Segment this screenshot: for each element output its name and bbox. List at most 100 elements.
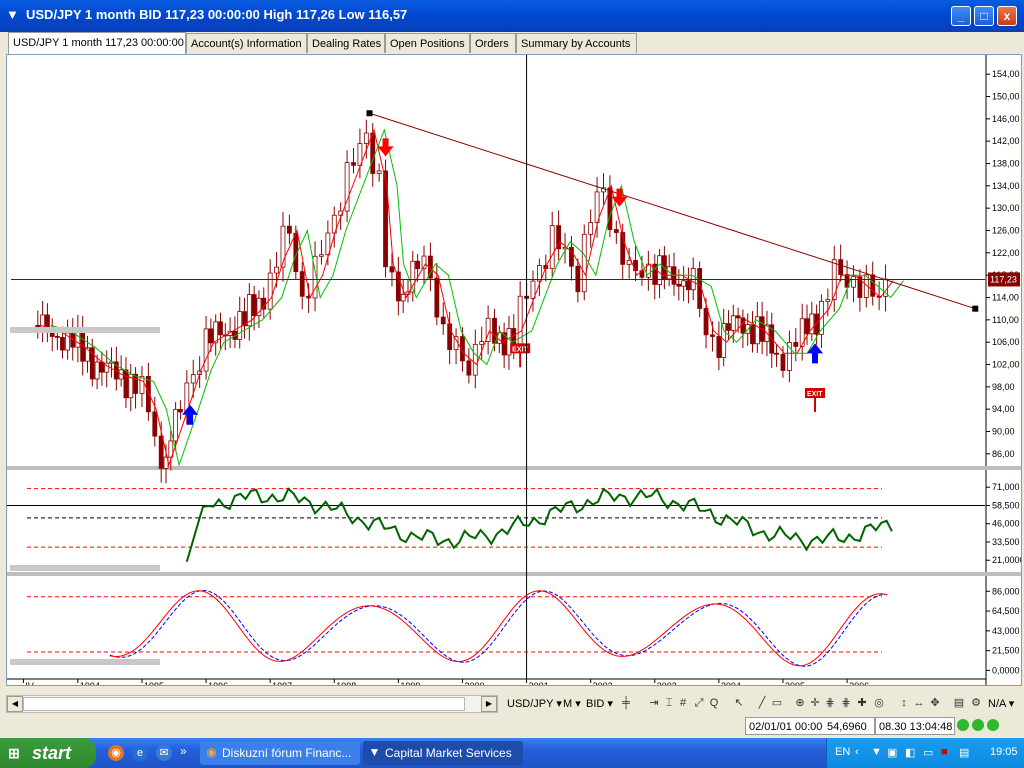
candle-body (838, 259, 844, 275)
scroll-end-icon[interactable]: ⇥ (648, 697, 660, 709)
price-tick-label: 150,00 (992, 92, 1020, 102)
ie-icon[interactable]: e (132, 745, 148, 761)
period-select[interactable]: M ▾ (563, 697, 581, 710)
print-icon[interactable]: ▤ (953, 697, 965, 709)
grid-icon[interactable]: # (677, 697, 689, 709)
value-label: N/A (988, 698, 1006, 710)
system-tray: EN ‹ ▼ ▣ ◧ ▭ ■ ▤ 19:05 (826, 738, 1024, 768)
target-icon[interactable]: ◎ (873, 697, 885, 709)
price-tick-label: 102,00 (992, 360, 1020, 370)
price-tick-label: 110,00 (992, 315, 1019, 325)
firefox-icon[interactable]: ◉ (108, 745, 124, 761)
hzoom-icon[interactable]: ↔ (913, 697, 925, 709)
move-icon[interactable]: ✥ (929, 697, 941, 709)
tray-monitor-icon[interactable]: ▭ (923, 746, 933, 759)
cross-icon[interactable]: ✚ (856, 697, 868, 709)
candle-body (626, 260, 632, 265)
candle-body (45, 314, 50, 328)
tray-network-icon[interactable]: ▣ (887, 746, 897, 759)
vzoom-icon[interactable]: ↕ (898, 697, 910, 709)
tray-misc-icon[interactable]: ▤ (959, 746, 969, 759)
tray-volume-icon[interactable]: ◧ (905, 746, 915, 759)
rsi-tick-label: 71,000 (992, 482, 1020, 492)
stoch-k-line (109, 590, 888, 667)
tab-dealing-rates[interactable]: Dealing Rates (307, 33, 385, 53)
candle-body (274, 266, 279, 274)
crosshair-icon[interactable]: ✛ (809, 697, 821, 709)
symbol-select[interactable]: USD/JPY ▾ (507, 697, 562, 710)
fib-icon[interactable]: ⋕ (824, 697, 836, 709)
price-tick-label: 142,00 (992, 136, 1020, 146)
task-forum[interactable]: ◉ Diskuzní fórum Financ... (200, 741, 360, 765)
candle-body (676, 283, 682, 287)
language-indicator[interactable]: EN (835, 746, 850, 758)
x-tick-label: 2002 (593, 681, 613, 685)
candle-body (123, 369, 129, 399)
start-label: start (32, 743, 72, 763)
more-quicklaunch-icon[interactable]: » (180, 744, 187, 758)
candle-body (434, 277, 440, 318)
start-button[interactable]: ⊞ start (0, 738, 96, 768)
candle-body (178, 408, 183, 413)
candle-body (351, 162, 356, 166)
candle-body (286, 225, 292, 234)
tab-account-information[interactable]: Account(s) Information (186, 33, 307, 53)
value-select[interactable]: N/A ▾ (988, 697, 1014, 710)
tab-chart[interactable]: USD/JPY 1 month 117,23 00:00:00 (8, 32, 186, 54)
candle-body (299, 271, 305, 297)
close-button[interactable]: x (997, 6, 1017, 26)
candle-body (158, 435, 164, 469)
channel-icon[interactable]: ⋕ (840, 697, 852, 709)
candle-body (389, 266, 395, 273)
candle-body (726, 323, 731, 331)
clock: 19:05 (990, 746, 1018, 758)
price-tick-label: 138,00 (992, 159, 1020, 169)
shape-draw-icon[interactable]: ▭ (771, 697, 783, 709)
price-tick-label: 126,00 (992, 226, 1020, 236)
candle-type-icon[interactable]: ╪ (620, 697, 632, 709)
candle-body (415, 260, 421, 270)
maximize-button[interactable]: □ (974, 6, 994, 26)
x-tick-label: 2000 (464, 681, 484, 685)
pointer-icon[interactable]: ↖ (733, 697, 745, 709)
app-window: ▼ USD/JPY 1 month BID 117,23 00:00:00 Hi… (0, 0, 1024, 738)
candle-body (780, 353, 786, 371)
buy-arrow-marker (807, 343, 824, 364)
symbol-label: USD/JPY (507, 698, 554, 710)
scroll-right-button[interactable]: ▶ (481, 696, 497, 712)
rsi-tick-label: 33,500 (992, 537, 1020, 547)
price-chart-svg[interactable]: 154,00 150,00 146,00 142,00 138,00 134,00 130,… (7, 55, 1024, 691)
scroll-left-button[interactable]: ◀ (7, 696, 23, 712)
candle-body (681, 280, 687, 287)
settings-icon[interactable]: ⚙ (970, 697, 982, 709)
q-icon[interactable]: Q (708, 697, 720, 709)
email-icon[interactable]: ✉ (156, 745, 172, 761)
price-tick-label: 106,00 (992, 337, 1020, 347)
title-bar[interactable]: ▼ USD/JPY 1 month BID 117,23 00:00:00 Hi… (0, 0, 1024, 32)
task-capital-market[interactable]: ▼ Capital Market Services (363, 741, 523, 765)
chart-area[interactable]: 154,00 150,00 146,00 142,00 138,00 134,00 130,… (6, 54, 1024, 691)
candle-body (145, 375, 151, 413)
minimize-button[interactable]: _ (951, 6, 971, 26)
zoom-fit-icon[interactable]: ⤢ (693, 697, 705, 709)
task-capital-market-label: Capital Market Services (385, 746, 512, 760)
price-type-select[interactable]: BID ▾ (586, 697, 613, 710)
candle-body (710, 334, 715, 337)
tab-summary-by-accounts[interactable]: Summary by Accounts (516, 33, 637, 53)
zoom-icon[interactable]: ⊕ (794, 697, 806, 709)
candle-body (466, 360, 472, 376)
ma-red-line (40, 128, 894, 467)
tab-orders[interactable]: Orders (470, 33, 516, 53)
x-tick-label: 2001 (529, 681, 549, 685)
tray-arrow-icon[interactable]: ‹ (855, 746, 859, 758)
chart-scrollbar[interactable]: ◀ ▶ (6, 695, 498, 713)
tray-app-icon[interactable]: ▼ (871, 746, 882, 758)
tab-open-positions[interactable]: Open Positions (385, 33, 470, 53)
scroll-thumb[interactable] (23, 697, 465, 711)
tray-security-icon[interactable]: ■ (941, 746, 948, 758)
candle-body (376, 170, 382, 174)
line-draw-icon[interactable]: ╱ (756, 697, 768, 709)
candle-body (750, 324, 755, 345)
status-value: 54,6960 (824, 717, 875, 735)
cursor-mode-icon[interactable]: ⌶ (663, 697, 675, 709)
